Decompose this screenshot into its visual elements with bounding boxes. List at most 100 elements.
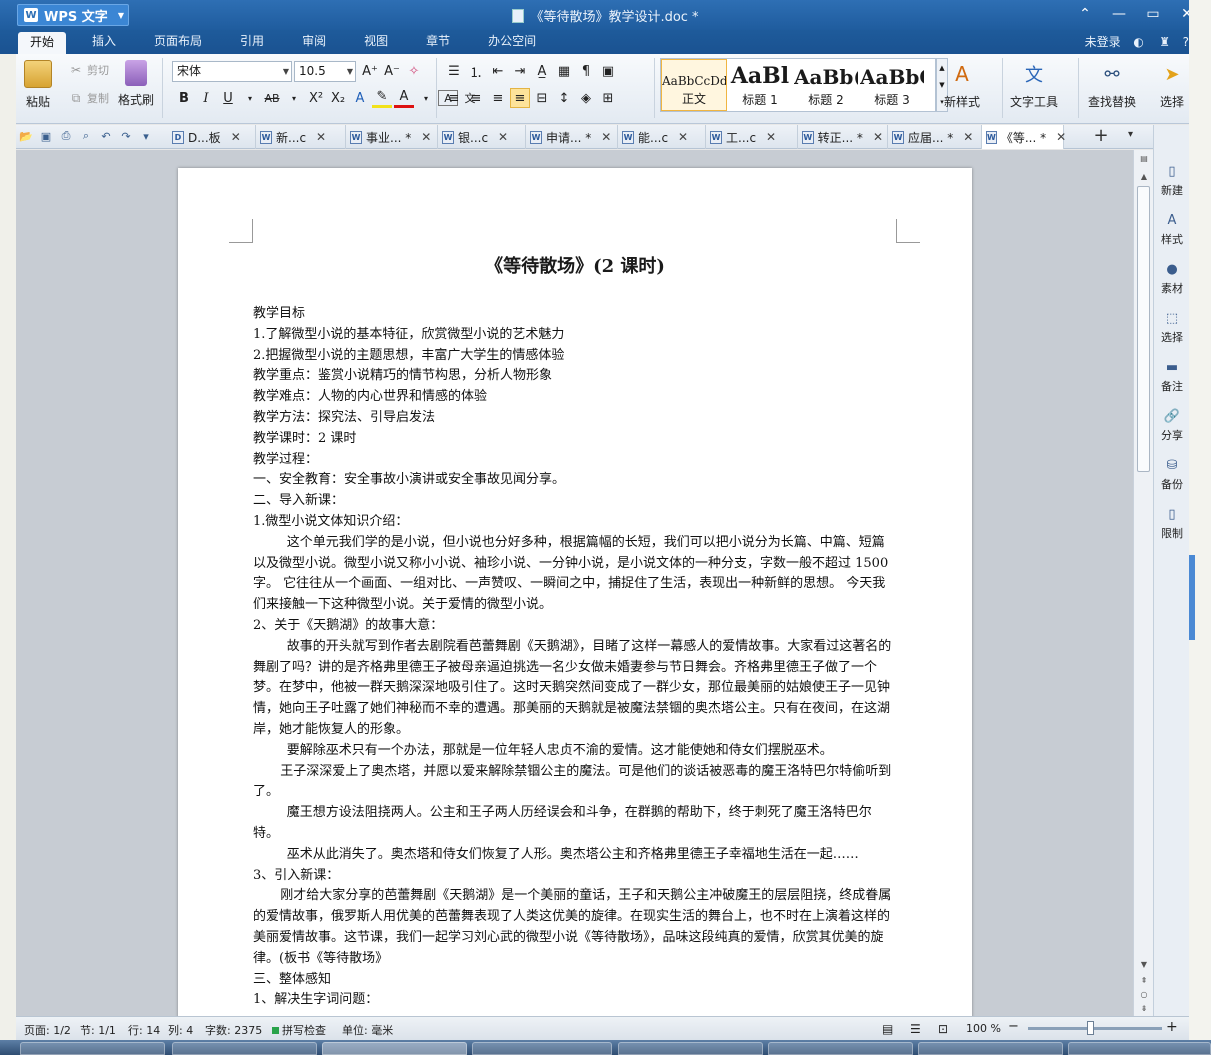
- shrink-font-icon[interactable]: A⁻: [382, 61, 402, 81]
- indent-icon[interactable]: ⇥: [510, 61, 530, 81]
- border-icon[interactable]: ⊞: [598, 88, 618, 108]
- taskbar-item[interactable]: [20, 1042, 165, 1055]
- align-left-icon[interactable]: ≡: [444, 88, 464, 108]
- document-tab[interactable]: W 能...c ✕: [618, 125, 706, 149]
- style-item[interactable]: AaBbCcDd 正文: [661, 59, 727, 111]
- chinese-layout-icon[interactable]: A̲: [532, 61, 552, 81]
- format-painter-button[interactable]: 格式刷: [118, 60, 154, 108]
- grow-font-icon[interactable]: A⁺: [360, 61, 380, 81]
- vertical-scrollbar[interactable]: ▤ ▲ ▼ ⇞ ○ ⇟: [1133, 150, 1153, 1016]
- zoom-in-icon[interactable]: +: [1166, 1019, 1178, 1035]
- superscript-icon[interactable]: X²: [306, 88, 326, 108]
- outdent-icon[interactable]: ⇤: [488, 61, 508, 81]
- underline-icon[interactable]: U: [218, 88, 238, 108]
- justify-icon[interactable]: ≡: [510, 88, 530, 108]
- numbered-list-icon[interactable]: ⒈: [466, 61, 486, 81]
- close-icon[interactable]: ✕: [1056, 130, 1066, 144]
- unit-indicator[interactable]: 单位: 毫米: [342, 1022, 393, 1038]
- task-pane-item[interactable]: ⛁ 备份: [1154, 457, 1190, 492]
- menu-tab-0[interactable]: 开始: [18, 32, 67, 54]
- close-icon[interactable]: ✕: [963, 130, 973, 144]
- previous-page-icon[interactable]: ⇞: [1134, 976, 1154, 985]
- document-tab[interactable]: W 新...c ✕: [256, 125, 346, 149]
- taskbar-item[interactable]: [1068, 1042, 1211, 1055]
- highlight-icon[interactable]: ✎: [372, 88, 392, 108]
- document-tab[interactable]: W 申请... * ✕: [526, 125, 618, 149]
- line-spacing-icon[interactable]: ↕: [554, 88, 574, 108]
- page-view-icon[interactable]: ▤: [882, 1022, 893, 1036]
- collapse-ribbon-button[interactable]: ⌃: [1075, 4, 1095, 24]
- menu-tab-5[interactable]: 视图: [352, 30, 400, 54]
- menu-tab-1[interactable]: 插入: [80, 30, 128, 54]
- taskbar-item[interactable]: [768, 1042, 913, 1055]
- bold-icon[interactable]: B: [174, 88, 194, 108]
- table-icon[interactable]: ▦: [554, 61, 574, 81]
- font-name-select[interactable]: 宋体 ▼: [172, 61, 292, 82]
- undo-icon[interactable]: ↶: [98, 128, 114, 144]
- word-count[interactable]: 字数: 2375: [205, 1022, 262, 1038]
- web-view-icon[interactable]: ⊡: [938, 1022, 948, 1036]
- document-tab[interactable]: W 转正... * ✕: [798, 125, 888, 149]
- zoom-slider[interactable]: [1028, 1027, 1162, 1030]
- open-icon[interactable]: 📂: [18, 128, 34, 144]
- task-pane-item[interactable]: A 样式: [1154, 212, 1190, 247]
- close-icon[interactable]: ✕: [873, 130, 883, 144]
- panel-toggle-handle[interactable]: [1189, 555, 1195, 640]
- close-icon[interactable]: ✕: [421, 130, 431, 144]
- close-icon[interactable]: ✕: [316, 130, 326, 144]
- shirt-icon[interactable]: ♜: [1157, 34, 1173, 50]
- print-preview-icon[interactable]: ⌕: [78, 128, 94, 144]
- close-icon[interactable]: ✕: [498, 130, 508, 144]
- minimize-button[interactable]: —: [1109, 4, 1129, 24]
- document-tab[interactable]: W 银...c ✕: [438, 125, 526, 149]
- new-tab-button[interactable]: +: [1091, 127, 1111, 147]
- maximize-button[interactable]: ▭: [1143, 4, 1163, 24]
- document-tab[interactable]: W 《等... * ✕: [982, 125, 1066, 149]
- taskbar-item[interactable]: [618, 1042, 763, 1055]
- select-button[interactable]: ➤ 选择: [1158, 60, 1186, 110]
- font-color-icon[interactable]: A: [394, 88, 414, 108]
- save-icon[interactable]: ▣: [38, 128, 54, 144]
- taskbar-item-active[interactable]: [322, 1042, 467, 1055]
- new-style-button[interactable]: A 新样式: [944, 60, 980, 110]
- task-pane-item[interactable]: ▬ 备注: [1154, 359, 1190, 394]
- distribute-icon[interactable]: ⊟: [532, 88, 552, 108]
- style-item[interactable]: AaBl 标题 1: [727, 59, 793, 111]
- document-body[interactable]: 教学目标 1.了解微型小说的基本特征，欣赏微型小说的艺术魅力 2.把握微型小说的主题…: [253, 304, 897, 1011]
- style-item[interactable]: AaBb(标题 2: [793, 59, 859, 111]
- show-marks-icon[interactable]: ¶: [576, 61, 596, 81]
- next-page-icon[interactable]: ⇟: [1134, 1004, 1154, 1013]
- align-right-icon[interactable]: ≡: [488, 88, 508, 108]
- shading-icon[interactable]: ◈: [576, 88, 596, 108]
- print-icon[interactable]: ⎙: [58, 128, 74, 144]
- chevron-down-icon[interactable]: ▾: [416, 88, 436, 108]
- menu-tab-3[interactable]: 引用: [228, 30, 276, 54]
- subscript-icon[interactable]: X₂: [328, 88, 348, 108]
- task-pane-item[interactable]: 🔗 分享: [1154, 408, 1190, 443]
- cut-button[interactable]: ✂ 剪切: [68, 60, 109, 80]
- spell-check[interactable]: 拼写检查: [272, 1022, 326, 1038]
- zoom-slider-knob[interactable]: [1087, 1021, 1095, 1035]
- menu-tab-2[interactable]: 页面布局: [142, 30, 214, 54]
- menu-tab-6[interactable]: 章节: [414, 30, 462, 54]
- page-indicator[interactable]: 页面: 1/2: [24, 1022, 71, 1038]
- italic-icon[interactable]: I: [196, 88, 216, 108]
- login-link[interactable]: 未登录: [1085, 33, 1121, 50]
- text-tools-button[interactable]: 文 文字工具: [1010, 60, 1058, 110]
- task-pane-item[interactable]: ▯ 新建: [1154, 163, 1190, 198]
- taskbar-item[interactable]: [472, 1042, 612, 1055]
- text-box-icon[interactable]: ▣: [598, 61, 618, 81]
- text-effect-icon[interactable]: A: [350, 88, 370, 108]
- document-page[interactable]: 《等待散场》(2 课时) 教学目标 1.了解微型小说的基本特征，欣赏微型小说的艺术…: [178, 168, 972, 1016]
- copy-button[interactable]: ⧉ 复制: [68, 88, 109, 108]
- task-pane-item[interactable]: ▯ 限制: [1154, 506, 1190, 541]
- taskbar-item[interactable]: [918, 1042, 1063, 1055]
- bullet-list-icon[interactable]: ☰: [444, 61, 464, 81]
- close-icon[interactable]: ✕: [766, 130, 776, 144]
- chevron-down-icon[interactable]: ▼: [1134, 960, 1154, 969]
- document-tab[interactable]: W 应届... * ✕: [888, 125, 982, 149]
- find-replace-button[interactable]: ⚯ 查找替换: [1088, 60, 1136, 110]
- outline-view-icon[interactable]: ☰: [910, 1022, 921, 1036]
- document-tab[interactable]: D D...板 ✕: [168, 125, 256, 149]
- style-item[interactable]: AaBbC 标题 3: [859, 59, 925, 111]
